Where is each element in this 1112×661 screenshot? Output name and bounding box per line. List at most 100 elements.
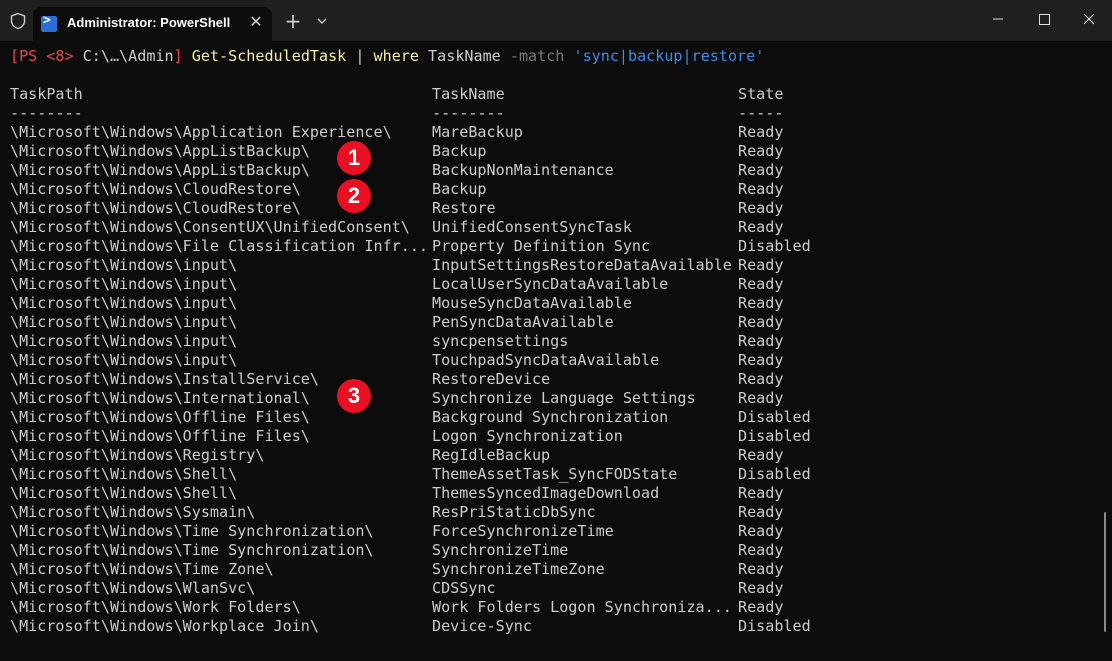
task-path: \Microsoft\Windows\Offline Files\ — [10, 427, 310, 445]
table-row: \Microsoft\Windows\input\ PenSyncDataAvai… — [10, 313, 910, 332]
task-path: \Microsoft\Windows\Work Folders\ — [10, 598, 301, 616]
shield-icon[interactable] — [9, 12, 27, 30]
task-name: Restore — [432, 199, 496, 217]
task-state: Disabled — [738, 237, 811, 255]
task-state: Ready — [738, 161, 784, 179]
task-path: \Microsoft\Windows\International\ — [10, 389, 310, 407]
close-tab-icon[interactable]: ✕ — [246, 12, 266, 32]
task-name: SynchronizeTime — [432, 541, 569, 559]
task-name: MouseSyncDataAvailable — [432, 294, 632, 312]
task-path: \Microsoft\Windows\ConsentUX\UnifiedCons… — [10, 218, 410, 236]
tab-title: Administrator: PowerShell — [67, 15, 231, 30]
underline-taskname: -------- — [432, 104, 505, 122]
match-parameter: -match — [500, 47, 565, 65]
powershell-icon: > — [41, 13, 57, 32]
task-state: Ready — [738, 389, 784, 407]
task-name: CDSSync — [432, 579, 496, 597]
task-name: ThemeAssetTask_SyncFODState — [432, 465, 678, 483]
table-row: \Microsoft\Windows\Time Synchronization\… — [10, 541, 910, 560]
scrollbar[interactable] — [1104, 512, 1106, 632]
table-row: \Microsoft\Windows\Time Synchronization\… — [10, 522, 910, 541]
task-state: Ready — [738, 541, 784, 559]
task-state: Ready — [738, 484, 784, 502]
task-path: \Microsoft\Windows\Workplace Join\ — [10, 617, 319, 635]
command-name: Get-ScheduledTask — [182, 47, 347, 65]
task-path: \Microsoft\Windows\Time Synchronization\ — [10, 522, 374, 540]
task-state: Ready — [738, 218, 784, 236]
terminal-tab[interactable]: > Administrator: PowerShell ✕ — [33, 7, 272, 41]
prompt-suffix: ] — [173, 47, 183, 65]
task-state: Ready — [738, 446, 784, 464]
table-row: \Microsoft\Windows\Offline Files\ Logon S… — [10, 427, 910, 446]
task-state: Ready — [738, 313, 784, 331]
prompt-prefix: [PS <8> — [10, 47, 74, 65]
task-state: Ready — [738, 579, 784, 597]
task-path: \Microsoft\Windows\Shell\ — [10, 484, 238, 502]
table-row: \Microsoft\Windows\Sysmain\ ResPriStaticD… — [10, 503, 910, 522]
task-state: Disabled — [738, 408, 811, 426]
task-state: Disabled — [738, 617, 811, 635]
task-path: \Microsoft\Windows\Time Synchronization\ — [10, 541, 374, 559]
task-name: Logon Synchronization — [432, 427, 623, 445]
task-state: Ready — [738, 142, 784, 160]
task-path: \Microsoft\Windows\CloudRestore\ — [10, 180, 301, 198]
task-path: \Microsoft\Windows\AppListBackup\ — [10, 161, 310, 179]
task-name: BackupNonMaintenance — [432, 161, 614, 179]
table-row: \Microsoft\Windows\AppListBackup\ Backup R… — [10, 142, 910, 161]
annotation-badge-2: 2 — [337, 179, 371, 213]
table-row: \Microsoft\Windows\Shell\ ThemesSyncedIma… — [10, 484, 910, 503]
task-path: \Microsoft\Windows\CloudRestore\ — [10, 199, 301, 217]
new-tab-button[interactable]: + — [282, 10, 304, 32]
task-path: \Microsoft\Windows\input\ — [10, 332, 238, 350]
task-name: RegIdleBackup — [432, 446, 551, 464]
table-row: \Microsoft\Windows\ConsentUX\UnifiedCons… — [10, 218, 910, 237]
task-path: \Microsoft\Windows\Application Experienc… — [10, 123, 392, 141]
task-state: Ready — [738, 123, 784, 141]
task-name: Synchronize Language Settings — [432, 389, 696, 407]
table-row: \Microsoft\Windows\Shell\ ThemeAssetTask_… — [10, 465, 910, 484]
table-row: \Microsoft\Windows\International\ Synchro… — [10, 389, 910, 408]
maximize-button[interactable] — [1021, 0, 1067, 38]
task-path: \Microsoft\Windows\input\ — [10, 313, 238, 331]
task-path: \Microsoft\Windows\input\ — [10, 275, 238, 293]
task-path: \Microsoft\Windows\input\ — [10, 294, 238, 312]
table-row: \Microsoft\Windows\input\ LocalUserSyncDa… — [10, 275, 910, 294]
header-taskpath: TaskPath — [10, 85, 83, 103]
task-path: \Microsoft\Windows\AppListBackup\ — [10, 142, 310, 160]
header-state: State — [738, 85, 784, 103]
table-row: \Microsoft\Windows\Work Folders\ Work Fol… — [10, 598, 910, 617]
match-string: 'sync|backup|restore' — [564, 47, 765, 65]
table-row: \Microsoft\Windows\Registry\ RegIdleBacku… — [10, 446, 910, 465]
table-header: TaskPath TaskName State — [10, 85, 910, 104]
header-taskname: TaskName — [432, 85, 505, 103]
task-state: Ready — [738, 522, 784, 540]
task-state: Disabled — [738, 465, 811, 483]
task-name: Backup — [432, 180, 487, 198]
annotation-badge-1: 1 — [337, 141, 371, 175]
task-path: \Microsoft\Windows\WlanSvc\ — [10, 579, 256, 597]
task-state: Ready — [738, 598, 784, 616]
table-row: \Microsoft\Windows\Time Zone\ Synchronize… — [10, 560, 910, 579]
task-state: Ready — [738, 332, 784, 350]
task-path: \Microsoft\Windows\Shell\ — [10, 465, 238, 483]
task-state: Disabled — [738, 427, 811, 445]
minimize-button[interactable] — [975, 0, 1021, 38]
task-name: Backup — [432, 142, 487, 160]
task-path: \Microsoft\Windows\InstallService\ — [10, 370, 319, 388]
table-row: \Microsoft\Windows\input\ syncpensettings… — [10, 332, 910, 351]
close-window-button[interactable] — [1066, 0, 1112, 38]
prompt-path: C:\…\Admin — [73, 47, 174, 65]
task-name: UnifiedConsentSyncTask — [432, 218, 632, 236]
task-state: Ready — [738, 275, 784, 293]
task-name: TouchpadSyncDataAvailable — [432, 351, 660, 369]
task-state: Ready — [738, 294, 784, 312]
pipe-symbol: | — [346, 47, 374, 65]
output-table: TaskPath TaskName State -------- -------… — [10, 85, 910, 636]
table-row: \Microsoft\Windows\AppListBackup\ BackupN… — [10, 161, 910, 180]
table-row: \Microsoft\Windows\CloudRestore\ Backup Re… — [10, 180, 910, 199]
task-name: Background Synchronization — [432, 408, 669, 426]
task-state: Ready — [738, 256, 784, 274]
task-path: \Microsoft\Windows\Sysmain\ — [10, 503, 256, 521]
task-name: ResPriStaticDbSync — [432, 503, 596, 521]
chevron-down-icon[interactable] — [312, 10, 332, 32]
